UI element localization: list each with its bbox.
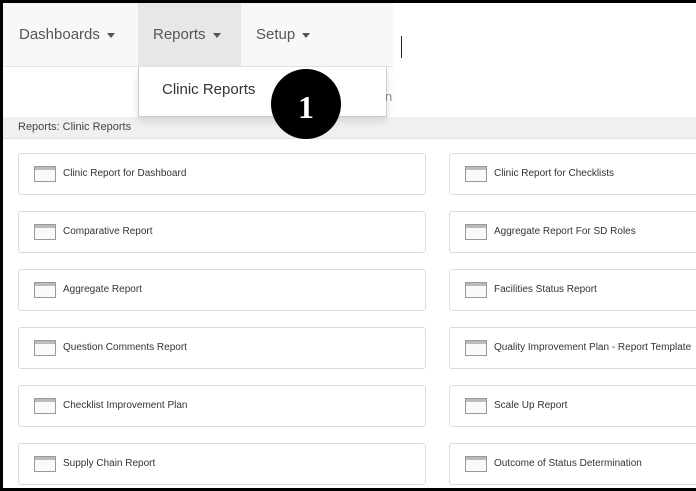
report-card[interactable]: Outcome of Status Determination — [449, 443, 696, 485]
report-card[interactable]: Scale Up Report — [449, 385, 696, 427]
reports-dropdown-menu: Clinic Reports n — [138, 67, 392, 117]
report-card[interactable]: Supply Chain Report — [18, 443, 426, 485]
report-card-label: Facilities Status Report — [494, 284, 597, 295]
nav-reports[interactable]: Reports — [138, 3, 241, 66]
report-card[interactable]: Aggregate Report — [18, 269, 426, 311]
nav-dashboards[interactable]: Dashboards — [3, 3, 130, 66]
nav-reports-label: Reports — [153, 26, 206, 43]
report-page-icon — [34, 398, 56, 414]
report-page-icon — [465, 166, 487, 182]
report-page-icon — [34, 282, 56, 298]
report-card[interactable]: Checklist Improvement Plan — [18, 385, 426, 427]
report-card-label: Question Comments Report — [63, 342, 187, 353]
report-card-label: Clinic Report for Dashboard — [63, 168, 187, 179]
dropdown-partial-text: n — [385, 89, 393, 104]
top-navbar: Dashboards Reports Setup — [3, 3, 393, 67]
report-card[interactable]: Clinic Report for Checklists — [449, 153, 696, 195]
breadcrumb: Reports: Clinic Reports — [18, 121, 132, 133]
report-card[interactable]: Facilities Status Report — [449, 269, 696, 311]
report-page-icon — [465, 282, 487, 298]
nav-dashboards-label: Dashboards — [19, 26, 100, 43]
report-card-label: Aggregate Report — [63, 284, 142, 295]
report-card-label: Scale Up Report — [494, 400, 568, 411]
report-card[interactable]: Clinic Report for Dashboard — [18, 153, 426, 195]
report-page-icon — [34, 224, 56, 240]
report-page-icon — [465, 224, 487, 240]
report-page-icon — [465, 398, 487, 414]
report-card-label: Supply Chain Report — [63, 458, 156, 469]
report-card[interactable]: Question Comments Report — [18, 327, 426, 369]
report-card[interactable]: Comparative Report — [18, 211, 426, 253]
report-card-label: Aggregate Report For SD Roles — [494, 226, 636, 237]
text-cursor — [401, 36, 402, 58]
app-frame: Dashboards Reports Setup Reports: Clinic… — [0, 0, 696, 491]
caret-down-icon — [302, 33, 311, 38]
caret-down-icon — [212, 33, 221, 38]
report-card[interactable]: Aggregate Report For SD Roles — [449, 211, 696, 253]
report-page-icon — [34, 456, 56, 472]
report-page-icon — [34, 340, 56, 356]
report-card-label: Comparative Report — [63, 226, 153, 237]
report-page-icon — [34, 166, 56, 182]
report-card-label: Outcome of Status Determination — [494, 458, 642, 469]
report-page-icon — [465, 456, 487, 472]
report-page-icon — [465, 340, 487, 356]
report-card[interactable]: Quality Improvement Plan - Report Templa… — [449, 327, 696, 369]
nav-setup-label: Setup — [256, 26, 296, 43]
report-card-label: Quality Improvement Plan - Report Templa… — [494, 342, 692, 353]
report-card-label: Checklist Improvement Plan — [63, 400, 188, 411]
dropdown-item-clinic-reports[interactable]: Clinic Reports — [162, 81, 255, 98]
step-number: 1 — [298, 88, 314, 125]
report-card-label: Clinic Report for Checklists — [494, 168, 615, 179]
step-number-badge: 1 — [271, 69, 341, 139]
nav-setup[interactable]: Setup — [241, 3, 325, 66]
caret-down-icon — [106, 33, 115, 38]
breadcrumb-bar: Reports: Clinic Reports — [3, 117, 696, 139]
